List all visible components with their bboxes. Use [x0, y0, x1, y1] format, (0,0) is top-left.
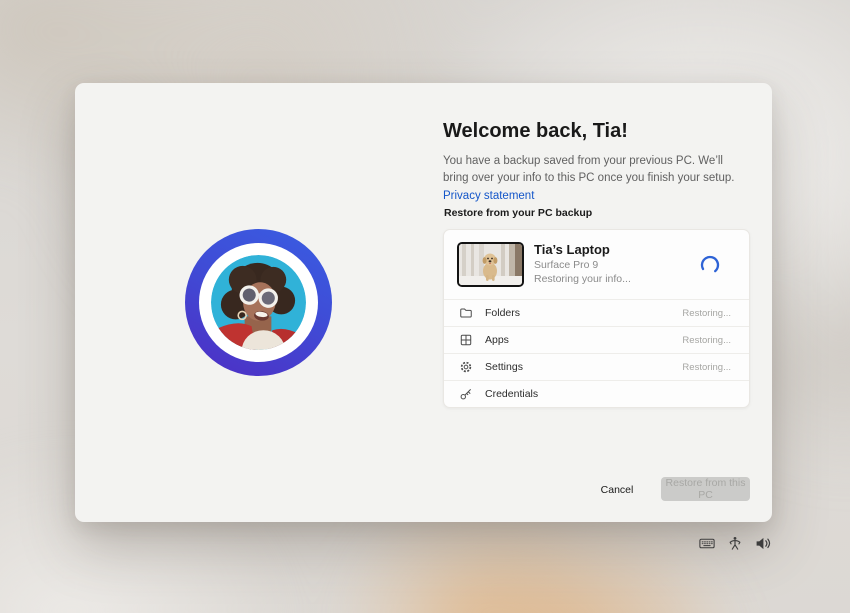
privacy-statement-link[interactable]: Privacy statement: [443, 190, 534, 202]
restore-row-status: Restoring...: [682, 362, 731, 373]
restore-row-status: Restoring...: [682, 335, 731, 346]
device-status: Restoring your info...: [534, 273, 700, 287]
keyboard-icon[interactable]: [699, 536, 715, 551]
setup-panel: Welcome back, Tia! You have a backup sav…: [75, 83, 772, 522]
avatar-ring: [185, 229, 332, 376]
restore-row-label: Apps: [485, 334, 682, 346]
subtitle-text: You have a backup saved from your previo…: [443, 155, 735, 184]
device-card-header: Tia’s Laptop Surface Pro 9 Restoring you…: [444, 230, 749, 299]
restore-from-pc-button[interactable]: Restore from this PC: [661, 477, 750, 501]
avatar-inner-ring: [199, 243, 318, 362]
user-profile-photo: [211, 255, 306, 350]
gear-icon: [459, 360, 473, 374]
volume-icon[interactable]: [755, 536, 771, 551]
system-tray: [699, 536, 771, 551]
restore-row-label: Credentials: [485, 388, 731, 400]
device-info: Tia’s Laptop Surface Pro 9 Restoring you…: [534, 242, 700, 286]
restore-row-apps: Apps Restoring...: [444, 326, 749, 353]
page-subtitle: You have a backup saved from your previo…: [443, 153, 739, 205]
cancel-button[interactable]: Cancel: [585, 479, 649, 501]
device-wallpaper-thumbnail: [457, 242, 524, 287]
restore-row-label: Settings: [485, 361, 682, 373]
key-icon: [459, 387, 473, 401]
page-title: Welcome back, Tia!: [443, 120, 628, 143]
apps-icon: [459, 333, 473, 347]
restore-row-folders: Folders Restoring...: [444, 299, 749, 326]
restore-row-credentials: Credentials: [444, 380, 749, 407]
folder-icon: [459, 306, 473, 320]
dog-in-snow-photo: [459, 244, 522, 285]
oobe-screen: Welcome back, Tia! You have a backup sav…: [0, 0, 850, 613]
backup-device-card: Tia’s Laptop Surface Pro 9 Restoring you…: [443, 229, 750, 408]
restore-row-label: Folders: [485, 307, 682, 319]
restore-row-status: Restoring...: [682, 308, 731, 319]
backup-section-label: Restore from your PC backup: [444, 207, 592, 219]
progress-ring-icon: [700, 255, 720, 275]
restore-row-settings: Settings Restoring...: [444, 353, 749, 380]
device-name: Tia’s Laptop: [534, 242, 700, 257]
accessibility-icon[interactable]: [727, 536, 743, 551]
device-model: Surface Pro 9: [534, 259, 700, 273]
